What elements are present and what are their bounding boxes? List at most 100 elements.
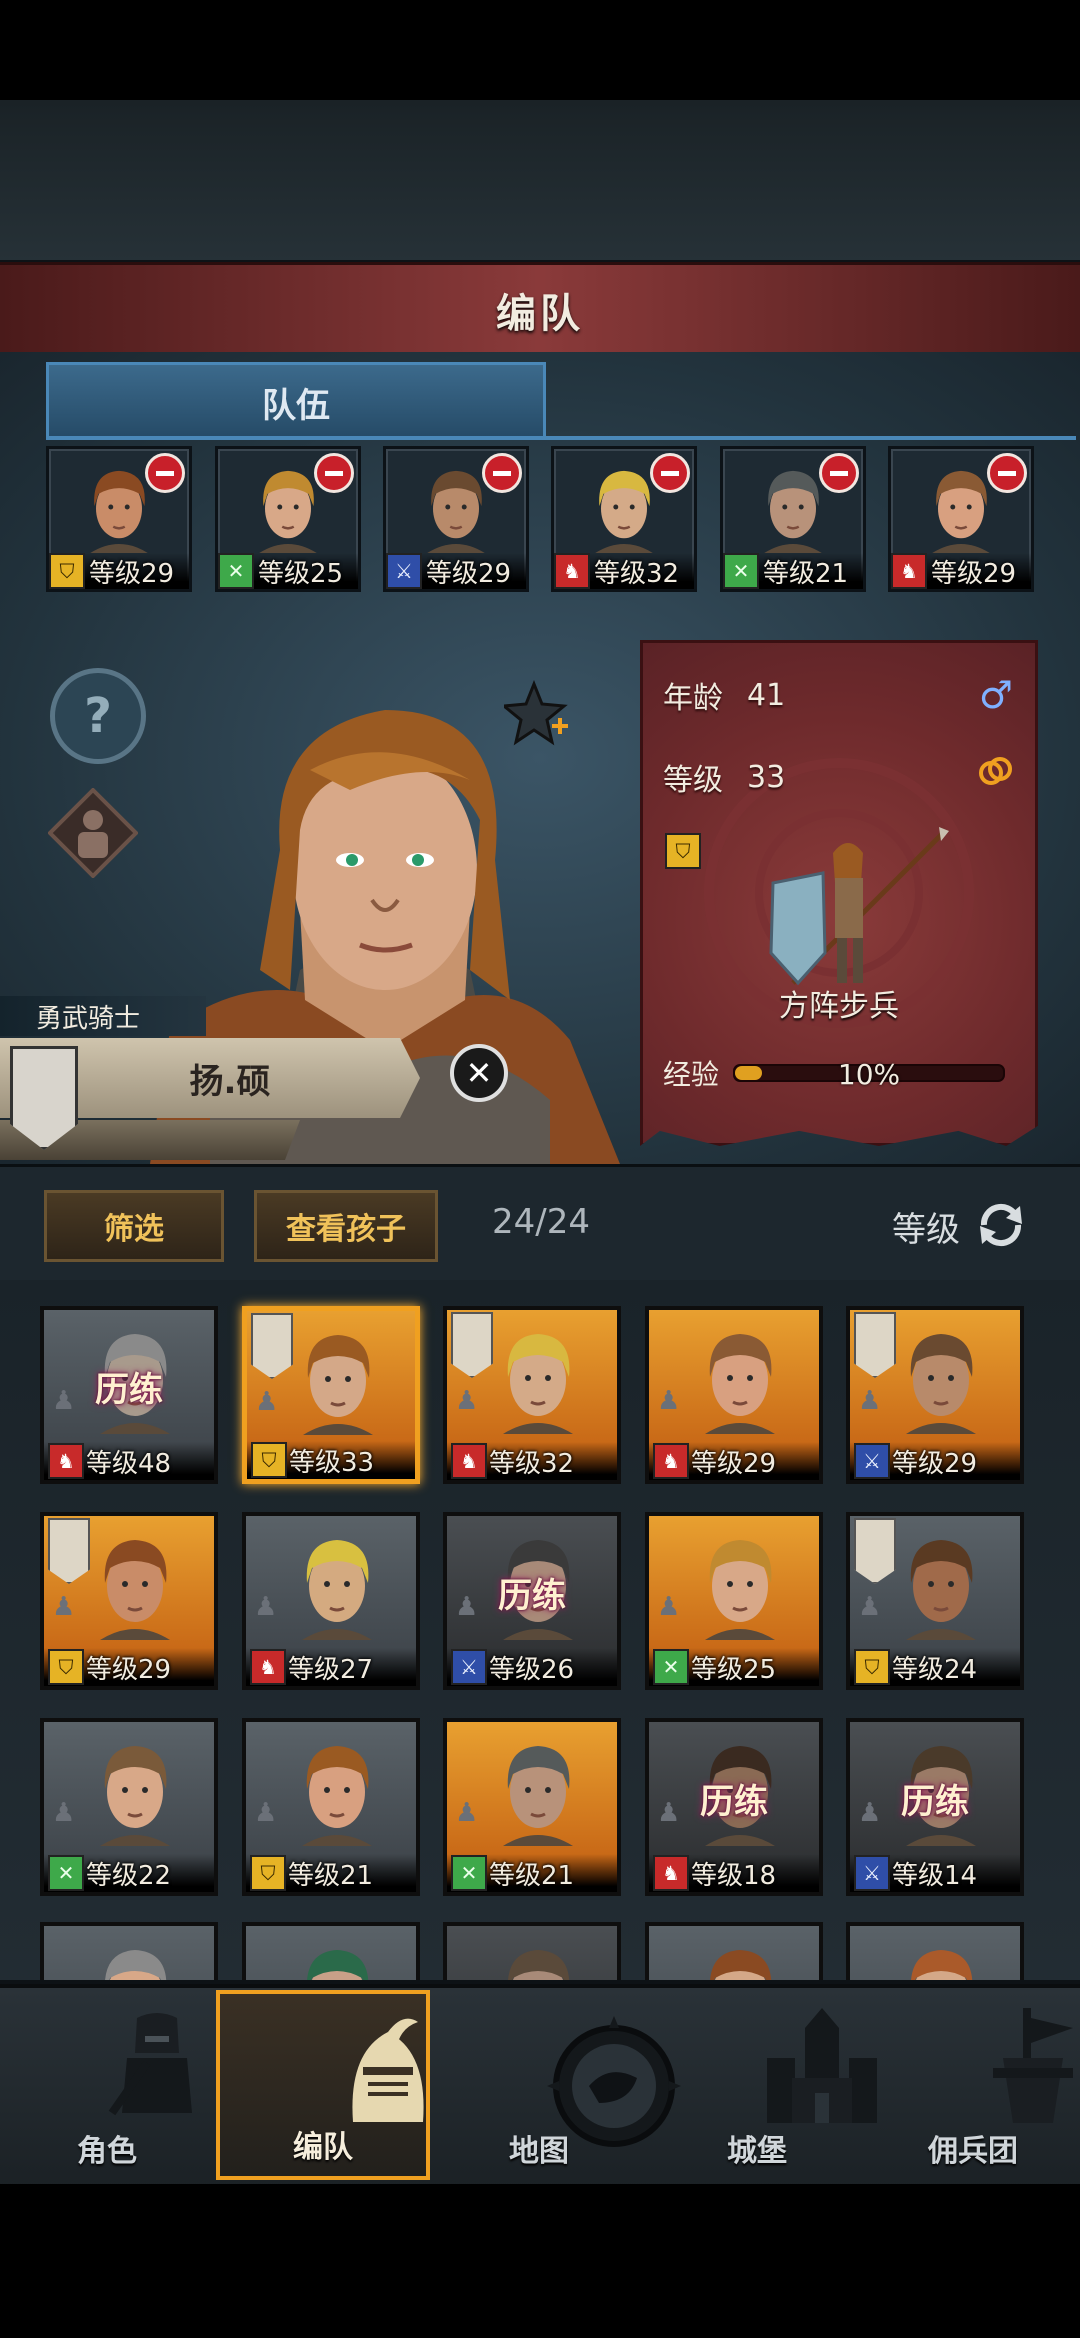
roster-card[interactable]: ♟ ⛉ 等级29 <box>40 1512 218 1690</box>
nav-item[interactable]: 编队 <box>216 1990 430 2180</box>
age-value: 41 <box>747 677 786 713</box>
marriage-rings-icon[interactable] <box>977 753 1013 789</box>
nav-item[interactable]: 城堡 <box>650 1990 877 2180</box>
roster-card-level: ⚔ 等级26 <box>447 1648 617 1686</box>
roster-card[interactable]: ♟ ♞ 等级29 <box>645 1306 823 1484</box>
party-slot-level: ✕ 等级25 <box>218 553 358 589</box>
level-text: 等级29 <box>892 1448 978 1479</box>
nav-label: 角色 <box>77 2134 137 2169</box>
party-slot-level: ⛉ 等级29 <box>49 553 189 589</box>
roster-card-level: ⛉ 等级29 <box>44 1648 214 1686</box>
roster-card-level: ⛉ 等级33 <box>247 1441 415 1479</box>
sort-by-level-button[interactable]: 等级 <box>892 1202 960 1251</box>
status-bar <box>0 0 1080 100</box>
roster-card[interactable]: ♟ ⛉ 等级21 <box>242 1718 420 1896</box>
exp-percent: 10% <box>837 1058 901 1091</box>
party-slot[interactable]: ⚔ 等级29 <box>383 446 529 592</box>
roster-card-level: ♞ 等级18 <box>649 1854 819 1892</box>
remove-hero-button[interactable]: ✕ <box>450 1044 508 1102</box>
roster-card-level: ⛉ 等级24 <box>850 1648 1020 1686</box>
roster-card[interactable]: ♟ ♞ 等级27 <box>242 1512 420 1690</box>
roster-card[interactable] <box>443 1922 621 1980</box>
shield-role-icon: ⛉ <box>854 1649 890 1685</box>
phalanx-infantry-figure <box>769 827 949 986</box>
roster-card[interactable]: ♟ 历练 ♞ 等级48 <box>40 1306 218 1484</box>
party-slot[interactable]: ✕ 等级25 <box>215 446 361 592</box>
horse-role-icon: ♞ <box>653 1443 689 1479</box>
roster-grid: ♟ 历练 ♞ 等级48 ♟ ⛉ 等级33 ♟ ♞ 等级32 ♟ ♞ 等级29 ♟… <box>0 1280 1080 1980</box>
remove-from-party-icon[interactable] <box>650 453 690 493</box>
exp-progress-bar: 10% <box>733 1058 1006 1091</box>
training-status: 历练 <box>700 1782 768 1822</box>
roster-card[interactable]: ♟ ⛉ 等级33 <box>242 1306 420 1484</box>
refresh-sort-icon[interactable] <box>974 1198 1028 1252</box>
level-text: 等级22 <box>86 1860 172 1891</box>
training-status: 历练 <box>95 1370 163 1410</box>
view-children-button[interactable]: 查看孩子 <box>254 1190 438 1262</box>
remove-from-party-icon[interactable] <box>819 453 859 493</box>
party-slot[interactable]: ⛉ 等级29 <box>46 446 192 592</box>
roster-card[interactable]: ♟ ✕ 等级25 <box>645 1512 823 1690</box>
cross-role-icon: ✕ <box>48 1855 84 1891</box>
remove-from-party-icon[interactable] <box>314 453 354 493</box>
roster-card[interactable] <box>846 1922 1024 1980</box>
tab-team[interactable]: 队伍 <box>46 362 546 439</box>
roster-card-level: ✕ 等级21 <box>447 1854 617 1892</box>
level-text: 等级27 <box>288 1654 374 1685</box>
nav-item[interactable]: 地图 <box>432 1990 681 2180</box>
roster-card[interactable]: ♟ ⚔ 等级29 <box>846 1306 1024 1484</box>
gift-icon[interactable] <box>47 787 139 879</box>
pawn-icon: ♟ <box>255 1387 279 1417</box>
unit-portrait <box>695 1528 785 1640</box>
remove-from-party-icon[interactable] <box>482 453 522 493</box>
remove-from-party-icon[interactable] <box>145 453 185 493</box>
nav-label: 城堡 <box>727 2134 787 2169</box>
pawn-icon: ♟ <box>455 1386 479 1416</box>
hero-class-title: 勇武骑士 <box>0 996 206 1036</box>
unit-portrait <box>292 1528 382 1640</box>
shield-role-icon: ⛉ <box>48 1649 84 1685</box>
roster-card[interactable]: ♟ ✕ 等级21 <box>443 1718 621 1896</box>
roster-card[interactable]: ♟ ⛉ 等级24 <box>846 1512 1024 1690</box>
unit-portrait <box>293 1323 383 1435</box>
unit-portrait <box>896 1528 986 1640</box>
party-slot-level: ✕ 等级21 <box>723 553 863 589</box>
system-nav-area <box>0 2184 1080 2338</box>
horse-role-icon: ♞ <box>554 553 590 589</box>
roster-card[interactable]: ♟ ✕ 等级22 <box>40 1718 218 1896</box>
roster-card[interactable] <box>645 1922 823 1980</box>
roster-card[interactable] <box>40 1922 218 1980</box>
level-row: 等级 33 <box>663 755 785 799</box>
level-text: 等级14 <box>892 1860 978 1891</box>
page-title: 编队 <box>496 291 584 337</box>
roster-card-level: ♞ 等级27 <box>246 1648 416 1686</box>
party-slot[interactable]: ♞ 等级29 <box>888 446 1034 592</box>
cross-role-icon: ✕ <box>218 553 254 589</box>
party-slot[interactable]: ✕ 等级21 <box>720 446 866 592</box>
sword-role-icon: ⚔ <box>854 1443 890 1479</box>
horse-role-icon: ♞ <box>891 553 927 589</box>
training-status: 历练 <box>498 1576 566 1616</box>
level-text: 等级32 <box>594 558 680 589</box>
unit-portrait <box>292 1734 382 1846</box>
filter-button[interactable]: 筛选 <box>44 1190 224 1262</box>
nav-item[interactable]: 角色 <box>0 1990 214 2180</box>
roster-card[interactable]: ♟ 历练 ⚔ 等级14 <box>846 1718 1024 1896</box>
roster-card[interactable] <box>242 1922 420 1980</box>
help-button[interactable]: ? <box>50 668 146 764</box>
pawn-icon: ♟ <box>254 1798 278 1828</box>
star-add-icon[interactable] <box>500 679 574 750</box>
unit-portrait <box>292 1938 382 1980</box>
tab-team-label: 队伍 <box>262 385 330 426</box>
unit-type-name: 方阵步兵 <box>779 989 899 1024</box>
remove-from-party-icon[interactable] <box>987 453 1027 493</box>
party-slot-level: ♞ 等级29 <box>891 553 1031 589</box>
nav-item[interactable]: 佣兵团 <box>866 1990 1080 2180</box>
party-slot[interactable]: ♞ 等级32 <box>551 446 697 592</box>
level-text: 等级25 <box>258 558 344 589</box>
roster-card[interactable]: ♟ ♞ 等级32 <box>443 1306 621 1484</box>
level-text: 等级29 <box>86 1654 172 1685</box>
roster-card[interactable]: ♟ 历练 ⚔ 等级26 <box>443 1512 621 1690</box>
roster-card[interactable]: ♟ 历练 ♞ 等级18 <box>645 1718 823 1896</box>
unit-portrait <box>695 1322 785 1434</box>
